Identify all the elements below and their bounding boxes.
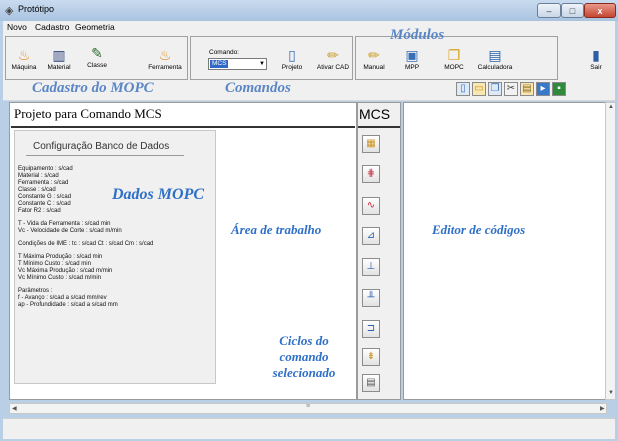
- scroll-thumb-grip[interactable]: ≡: [306, 403, 310, 410]
- mpp-button[interactable]: ▣ MPP: [398, 46, 426, 71]
- config-divider: [26, 155, 184, 156]
- calculator-icon: ▤: [488, 47, 502, 63]
- config-line: Vc Máxima Produção : s/cad m/min: [18, 268, 113, 274]
- exit-label: Sair: [590, 64, 602, 71]
- config-line: Vc - Velocidade de Corte : s/cad m/min: [18, 228, 122, 234]
- manual-button[interactable]: ✏ Manual: [360, 46, 388, 71]
- mcs-divider: [358, 126, 400, 128]
- menu-geometria[interactable]: Geometria: [75, 22, 115, 32]
- class-label: Classe: [87, 62, 107, 69]
- menu-cadastro[interactable]: Cadastro: [35, 22, 70, 32]
- exit-door-icon: ▮: [592, 47, 600, 63]
- scroll-left-icon[interactable]: ◀: [12, 405, 17, 412]
- chevron-down-icon: ▼: [259, 61, 265, 67]
- cad-icon: ✏: [327, 47, 339, 63]
- cycle-5-icon[interactable]: ⊥: [362, 258, 380, 276]
- scroll-down-icon[interactable]: ▼: [608, 390, 614, 396]
- class-button[interactable]: ✎ Classe: [80, 44, 114, 69]
- mopc-icon: ❐: [447, 47, 461, 63]
- project-button[interactable]: ▯ Projeto: [277, 46, 307, 71]
- cycle-2-icon[interactable]: ⋕: [362, 165, 380, 183]
- config-line: Vc Mínimo Custo : s/cad m/min: [18, 275, 102, 281]
- cycle-6-icon[interactable]: ╨: [362, 289, 380, 307]
- cycle-4-icon[interactable]: ⊿: [362, 227, 380, 245]
- exit-button[interactable]: ▮ Sair: [585, 46, 607, 71]
- cad-label: Ativar CAD: [316, 64, 350, 71]
- config-line: Condições de IME : tc : s/cad Ct : s/cad…: [18, 241, 154, 247]
- class-icon: ✎: [91, 45, 103, 61]
- config-line: Fator R2 : s/cad: [18, 208, 61, 214]
- status-bar: [3, 418, 615, 439]
- config-line: T - Vida da Ferramenta : s/cad min: [18, 221, 111, 227]
- minimize-button[interactable]: –: [537, 3, 561, 18]
- config-line: ap - Profundidade : s/cad a s/cad mm: [18, 302, 118, 308]
- window-title: Protótipo: [18, 4, 55, 14]
- ciclos-label: Ciclos do comando selecionado: [272, 333, 336, 380]
- manual-label: Manual: [363, 64, 385, 71]
- copy-icon[interactable]: ❐: [488, 82, 502, 96]
- close-button[interactable]: x: [584, 3, 616, 18]
- dados-mopc-label: Dados MOPC: [112, 186, 205, 203]
- paste-icon[interactable]: ▤: [520, 82, 534, 96]
- mpp-icon: ▣: [405, 47, 419, 63]
- workspace-title: Projeto para Comando MCS: [14, 106, 162, 121]
- horizontal-scrollbar[interactable]: ◀ ▶ ≡: [9, 403, 607, 414]
- material-icon: ▥: [52, 47, 66, 63]
- menu-novo[interactable]: Novo: [7, 22, 27, 32]
- tool-button[interactable]: ♨ Ferramenta: [145, 46, 185, 71]
- code-editor[interactable]: [403, 102, 606, 400]
- config-line: Parâmetros :: [18, 288, 53, 294]
- editor-label: Editor de códigos: [432, 222, 526, 237]
- mopc-label: MOPC: [444, 64, 464, 71]
- comando-label: Comando:: [209, 49, 239, 56]
- cycle-7-icon[interactable]: ⊐: [362, 320, 380, 338]
- open-folder-icon[interactable]: ▭: [472, 82, 486, 96]
- app-icon: ◈: [5, 5, 14, 17]
- area-trabalho-label: Área de trabalho: [231, 222, 322, 237]
- config-line: Equipamento : s/cad: [18, 166, 73, 172]
- config-line: Material : s/cad: [18, 173, 59, 179]
- cycle-8-icon[interactable]: ⇟: [362, 348, 380, 366]
- comando-select-value: MCS: [210, 60, 229, 68]
- mpp-label: MPP: [404, 64, 420, 71]
- config-line: T Mínimo Custo : s/cad min: [18, 261, 91, 267]
- cadastro-group-label: Cadastro do MOPC: [32, 80, 154, 96]
- machine-label: Máquina: [11, 64, 37, 71]
- new-file-icon[interactable]: ▯: [456, 82, 470, 96]
- cycle-9-icon[interactable]: ▤: [362, 374, 380, 392]
- save-icon[interactable]: ▪: [552, 82, 566, 96]
- machine-icon: ♨: [17, 47, 31, 63]
- cycle-3-icon[interactable]: ∿: [362, 197, 380, 215]
- config-line: f - Avanço : s/cad a s/cad mm/rev: [18, 295, 107, 301]
- title-bar: [0, 0, 618, 21]
- config-title: Configuração Banco de Dados: [33, 141, 170, 152]
- scroll-up-icon[interactable]: ▲: [608, 104, 614, 110]
- config-line: T Máxima Produção : s/cad min: [18, 254, 103, 260]
- tool-label: Ferramenta: [148, 64, 182, 71]
- project-label: Projeto: [281, 64, 303, 71]
- cut-icon[interactable]: ✂: [504, 82, 518, 96]
- material-button[interactable]: ▥ Material: [44, 46, 74, 71]
- maximize-button[interactable]: □: [561, 3, 584, 18]
- comandos-group-label: Comandos: [225, 80, 291, 96]
- mopc-button[interactable]: ❐ MOPC: [440, 46, 468, 71]
- project-icon: ▯: [288, 47, 296, 63]
- tool-icon: ♨: [158, 47, 172, 63]
- manual-icon: ✏: [368, 47, 380, 63]
- workspace-divider: [11, 126, 355, 128]
- modulos-group-label: Módulos: [390, 27, 445, 43]
- calculator-button[interactable]: ▤ Calculadora: [475, 46, 515, 71]
- mcs-label: MCS: [359, 106, 391, 122]
- material-label: Material: [47, 64, 71, 71]
- calculator-label: Calculadora: [477, 64, 513, 71]
- scroll-right-icon[interactable]: ▶: [600, 405, 605, 412]
- vertical-scrollbar[interactable]: ▲ ▼: [605, 102, 616, 400]
- cycle-1-icon[interactable]: ▦: [362, 135, 380, 153]
- machine-button[interactable]: ♨ Máquina: [9, 46, 39, 71]
- cad-button[interactable]: ✏ Ativar CAD: [314, 46, 352, 71]
- comando-select[interactable]: MCS ▼: [208, 58, 267, 70]
- arrow-icon[interactable]: ▸: [536, 82, 550, 96]
